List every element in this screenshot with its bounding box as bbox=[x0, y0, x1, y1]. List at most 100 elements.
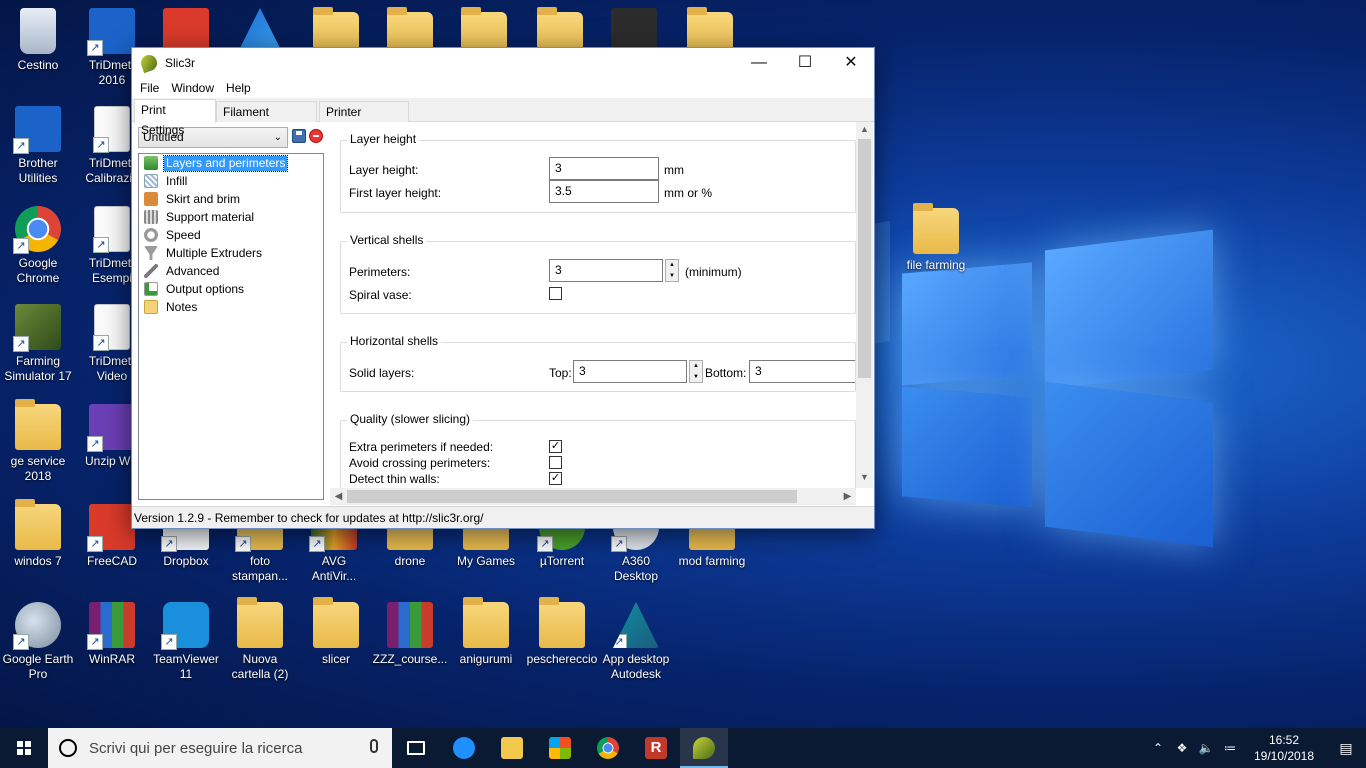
desktop-icon-brother-utilities[interactable]: Brother Utilities bbox=[0, 106, 76, 186]
desktop-icon-windos7[interactable]: windos 7 bbox=[0, 499, 76, 569]
perimeters-input[interactable]: 3 bbox=[549, 259, 663, 282]
maximize-button[interactable]: ☐ bbox=[782, 48, 828, 78]
vertical-scrollbar[interactable]: ▲ ▼ bbox=[856, 122, 873, 488]
desktop-icon-label: Brother Utilities bbox=[18, 156, 58, 185]
folder-icon bbox=[539, 597, 585, 648]
taskbar-slic3r[interactable] bbox=[680, 728, 728, 768]
group-title: Horizontal shells bbox=[347, 334, 442, 348]
delete-preset-icon[interactable] bbox=[309, 129, 323, 143]
search-box[interactable]: Scrivi qui per eseguire la ricerca bbox=[48, 728, 392, 768]
group-layer-height: Layer height Layer height: 3 mm First la… bbox=[340, 132, 856, 213]
menu-help[interactable]: Help bbox=[220, 78, 257, 98]
desktop-icon-cestino[interactable]: Cestino bbox=[0, 8, 76, 73]
desktop-icon-file-farming[interactable]: file farming bbox=[898, 203, 974, 273]
menu-window[interactable]: Window bbox=[165, 78, 220, 98]
taskbar-file-explorer[interactable] bbox=[488, 728, 536, 768]
spiral-vase-checkbox[interactable] bbox=[549, 287, 562, 300]
horizontal-scrollbar[interactable]: ◀ ▶ bbox=[330, 488, 856, 505]
print-settings-panel: Untitled ⌄ Layers and perimeters Infill … bbox=[132, 122, 874, 506]
wrench-icon bbox=[144, 264, 158, 278]
desktop-icon-slicer[interactable]: slicer bbox=[298, 597, 374, 667]
chevron-up-icon[interactable]: ⌃ bbox=[1146, 741, 1170, 755]
desktop-icon-winrar[interactable]: WinRAR bbox=[74, 602, 150, 667]
desktop-icon-label: foto stampan... bbox=[231, 554, 289, 583]
tree-item-label: Layers and perimeters bbox=[162, 154, 289, 172]
avoid-crossing-label: Avoid crossing perimeters: bbox=[349, 456, 491, 470]
taskbar-store[interactable] bbox=[536, 728, 584, 768]
tree-item-output-options[interactable]: Output options bbox=[139, 280, 323, 298]
scroll-down-icon[interactable]: ▼ bbox=[856, 472, 873, 482]
dropbox-tray-icon[interactable]: ❖ bbox=[1170, 741, 1194, 755]
title-bar[interactable]: Slic3r — ☐ ✕ bbox=[132, 48, 874, 78]
clock-time: 16:52 bbox=[1268, 733, 1300, 747]
top-layers-spinner[interactable] bbox=[689, 360, 703, 383]
task-view-button[interactable] bbox=[392, 728, 440, 768]
tree-item-label: Speed bbox=[166, 227, 201, 242]
document-icon bbox=[93, 206, 130, 253]
tree-item-speed[interactable]: Speed bbox=[139, 226, 323, 244]
scroll-thumb[interactable] bbox=[858, 139, 871, 378]
chrome-icon bbox=[597, 737, 619, 759]
window-title: Slic3r bbox=[165, 56, 196, 70]
save-preset-icon[interactable] bbox=[292, 129, 306, 143]
tab-print-settings[interactable]: Print Settings bbox=[134, 99, 216, 137]
windows-logo-icon bbox=[17, 741, 31, 755]
tab-printer-settings[interactable]: Printer Settings bbox=[319, 101, 409, 139]
thin-walls-checkbox[interactable]: ✓ bbox=[549, 472, 562, 485]
scroll-up-icon[interactable]: ▲ bbox=[856, 124, 873, 134]
tab-filament-settings[interactable]: Filament Settings bbox=[216, 101, 317, 139]
desktop-icon-nuova-cartella[interactable]: Nuova cartella (2) bbox=[222, 597, 298, 682]
wallpaper-pane bbox=[1045, 229, 1213, 391]
bottom-layers-input[interactable]: 3 bbox=[749, 360, 855, 383]
speed-icon bbox=[144, 228, 158, 242]
taskbar-app-r[interactable]: R bbox=[632, 728, 680, 768]
desktop-icon-google-earth[interactable]: Google Earth Pro bbox=[0, 602, 76, 682]
top-layers-input[interactable]: 3 bbox=[573, 360, 687, 383]
folder-icon bbox=[463, 597, 509, 648]
desktop-icon-google-chrome[interactable]: Google Chrome bbox=[0, 206, 76, 286]
minimize-button[interactable]: — bbox=[736, 48, 782, 78]
tree-item-layers-perimeters[interactable]: Layers and perimeters bbox=[139, 154, 323, 172]
task-view-icon bbox=[407, 741, 425, 755]
tree-item-multiple-extruders[interactable]: Multiple Extruders bbox=[139, 244, 323, 262]
layer-height-input[interactable]: 3 bbox=[549, 157, 659, 180]
scroll-thumb[interactable] bbox=[347, 490, 797, 503]
desktop-icon-zzz-course[interactable]: ZZZ_course... bbox=[372, 602, 448, 667]
scroll-right-icon[interactable]: ▶ bbox=[839, 488, 856, 505]
desktop-icon-farming-simulator[interactable]: Farming Simulator 17 bbox=[0, 304, 76, 384]
scroll-left-icon[interactable]: ◀ bbox=[330, 488, 347, 505]
desktop-icon-autodesk[interactable]: App desktop Autodesk bbox=[598, 602, 674, 682]
perimeters-spinner[interactable] bbox=[665, 259, 679, 282]
first-layer-height-input[interactable]: 3.5 bbox=[549, 180, 659, 203]
layer-height-unit: mm bbox=[664, 163, 684, 177]
support-icon bbox=[144, 210, 158, 224]
tree-item-infill[interactable]: Infill bbox=[139, 172, 323, 190]
network-icon[interactable]: ≔ bbox=[1218, 741, 1242, 755]
volume-icon[interactable]: 🔈 bbox=[1194, 741, 1218, 755]
extra-perimeters-checkbox[interactable]: ✓ bbox=[549, 440, 562, 453]
desktop-icon-label: A360 Desktop bbox=[613, 554, 659, 583]
taskbar-chrome[interactable] bbox=[584, 728, 632, 768]
farming-simulator-icon bbox=[13, 304, 61, 352]
notification-center-icon[interactable]: ▤ bbox=[1326, 740, 1366, 757]
start-button[interactable] bbox=[0, 728, 48, 768]
close-button[interactable]: ✕ bbox=[828, 48, 874, 78]
microphone-icon[interactable] bbox=[370, 739, 378, 753]
tree-item-label: Output options bbox=[166, 281, 245, 296]
desktop-icon-ge-service[interactable]: ge service 2018 bbox=[0, 399, 76, 484]
tree-item-notes[interactable]: Notes bbox=[139, 298, 323, 316]
desktop-icon-teamviewer[interactable]: TeamViewer 11 bbox=[148, 602, 224, 682]
tree-item-advanced[interactable]: Advanced bbox=[139, 262, 323, 280]
spiral-vase-label: Spiral vase: bbox=[349, 288, 412, 302]
output-icon bbox=[144, 282, 158, 296]
desktop-icon-peschereccio[interactable]: peschereccio bbox=[524, 597, 600, 667]
desktop-icon-label: windos 7 bbox=[14, 554, 62, 568]
tree-item-support-material[interactable]: Support material bbox=[139, 208, 323, 226]
avoid-crossing-checkbox[interactable] bbox=[549, 456, 562, 469]
clock[interactable]: 16:52 19/10/2018 bbox=[1242, 732, 1326, 764]
menu-file[interactable]: File bbox=[134, 78, 165, 98]
tree-item-skirt-brim[interactable]: Skirt and brim bbox=[139, 190, 323, 208]
taskbar: Scrivi qui per eseguire la ricerca R ⌃ ❖… bbox=[0, 728, 1366, 768]
taskbar-edge[interactable] bbox=[440, 728, 488, 768]
desktop-icon-anigurumi[interactable]: anigurumi bbox=[448, 597, 524, 667]
